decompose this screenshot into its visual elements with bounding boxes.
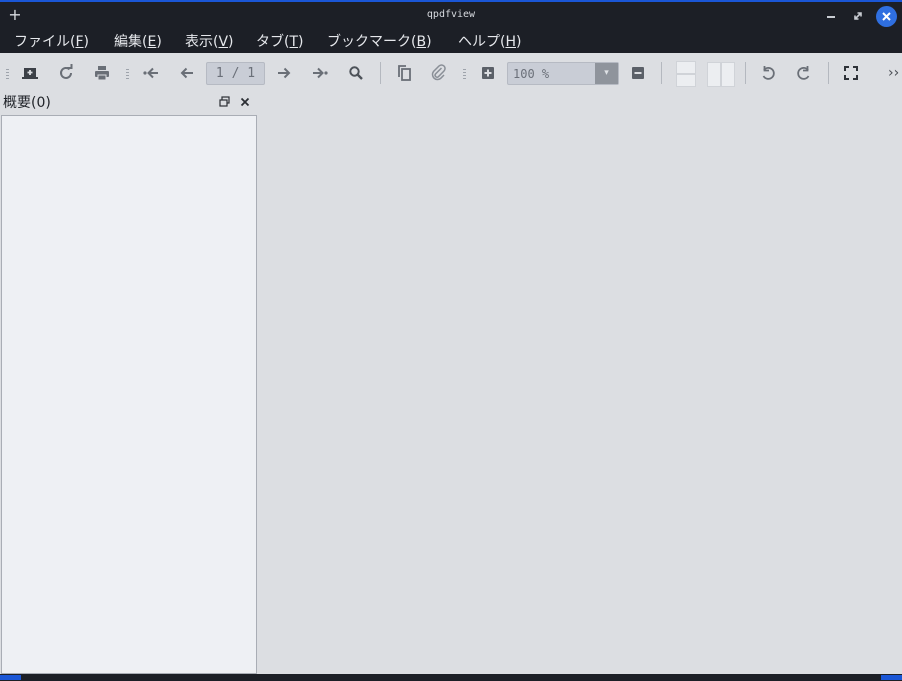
menu-bar: ファイル(F) 編集(E) 表示(V) タブ(T) ブックマーク(B) ヘルプ(… [0,31,902,53]
close-icon [882,12,891,21]
toolbar-separator [380,62,381,84]
menu-help[interactable]: ヘルプ(H) [458,33,521,51]
open-file-button[interactable] [20,63,40,83]
first-page-icon [143,67,158,79]
zoom-out-icon [632,67,644,79]
search-icon [349,66,363,80]
document-viewport[interactable] [258,93,902,674]
zoom-combobox[interactable]: 100 % ▾ [507,62,619,85]
minimize-button[interactable] [822,7,840,25]
window-title: qpdfview [426,9,476,20]
zoom-out-button[interactable] [628,63,648,83]
rotate-right-button[interactable] [794,63,814,83]
menu-edit-label: 編集( [114,34,148,50]
menu-file[interactable]: ファイル(F) [14,33,89,51]
zoom-in-button[interactable] [478,63,498,83]
menu-file-tail: ) [83,34,89,50]
last-page-icon [313,67,328,79]
maximize-icon [854,12,862,20]
menu-bookmark-tail: ) [426,34,432,50]
first-page-button[interactable] [141,63,161,83]
toolbar-grip[interactable] [126,69,129,79]
menu-file-accelerator: F [75,34,84,50]
reload-icon [60,64,73,79]
float-icon [219,96,230,107]
menu-view-tail: ) [228,34,234,50]
dock-close-button[interactable] [238,95,252,109]
next-page-icon [278,67,291,79]
toolbar-overflow-icon[interactable]: ›› [888,64,899,82]
status-indicator-left [0,675,21,680]
next-page-button[interactable] [274,63,294,83]
print-icon [95,66,109,81]
menu-bookmark-accelerator: B [416,34,427,50]
dock-float-button[interactable] [218,95,232,109]
menu-view[interactable]: 表示(V) [185,33,234,51]
page-number-field[interactable]: 1 / 1 [206,62,265,85]
close-icon [240,97,250,107]
menu-help-accelerator: H [505,34,516,50]
status-bar [0,674,902,681]
fullscreen-icon [844,66,858,80]
copy-button[interactable] [394,63,414,83]
menu-help-tail: ) [516,34,522,50]
menu-tab-accelerator: T [289,34,299,50]
menu-bookmark-label: ブックマーク( [327,34,417,50]
single-page-layout-icon[interactable] [676,61,696,87]
rotate-left-icon [762,66,775,80]
menu-tab-label: タブ( [256,34,290,50]
menu-tab-tail: ) [298,34,304,50]
attachment-button[interactable] [429,63,449,83]
outline-dock-title: 概要(0) [3,95,51,111]
dropdown-arrow-icon: ▾ [604,68,609,78]
menu-view-accelerator: V [218,34,229,50]
outline-dock: 概要(0) [0,93,258,674]
toolbar-separator [745,62,746,84]
open-file-icon [22,68,38,79]
outline-tree-panel[interactable] [1,115,257,674]
toolbar-separator [828,62,829,84]
close-window-button[interactable] [876,6,897,27]
menu-bookmark[interactable]: ブックマーク(B) [327,33,432,51]
attachment-icon [431,64,446,81]
menu-edit-tail: ) [156,34,162,50]
previous-page-button[interactable] [177,63,197,83]
print-button[interactable] [92,63,112,83]
search-button[interactable] [346,63,366,83]
zoom-in-icon [482,67,494,79]
two-page-layout-icon[interactable] [707,62,735,87]
rotate-left-button[interactable] [758,63,778,83]
zoom-value: 100 % [513,67,550,81]
toolbar-separator [661,62,662,84]
maximize-button[interactable] [849,7,867,25]
toolbar-grip[interactable] [463,69,466,79]
status-indicator-right [881,675,902,680]
menu-help-label: ヘルプ( [458,34,506,50]
toolbar-grip[interactable] [6,69,9,79]
menu-edit-accelerator: E [147,34,157,50]
zoom-dropdown-button[interactable]: ▾ [595,63,618,84]
last-page-button[interactable] [310,63,330,83]
menu-file-label: ファイル( [14,34,76,50]
copy-icon [398,65,411,81]
rotate-right-icon [797,66,810,80]
main-toolbar: 1 / 1 100 % ▾ ›› [0,53,902,93]
title-bar: + qpdfview [0,2,902,31]
reload-button[interactable] [56,63,76,83]
menu-view-label: 表示( [185,34,219,50]
previous-page-icon [180,67,193,79]
menu-tab[interactable]: タブ(T) [256,33,304,51]
fullscreen-button[interactable] [841,63,861,83]
menu-edit[interactable]: 編集(E) [114,33,162,51]
